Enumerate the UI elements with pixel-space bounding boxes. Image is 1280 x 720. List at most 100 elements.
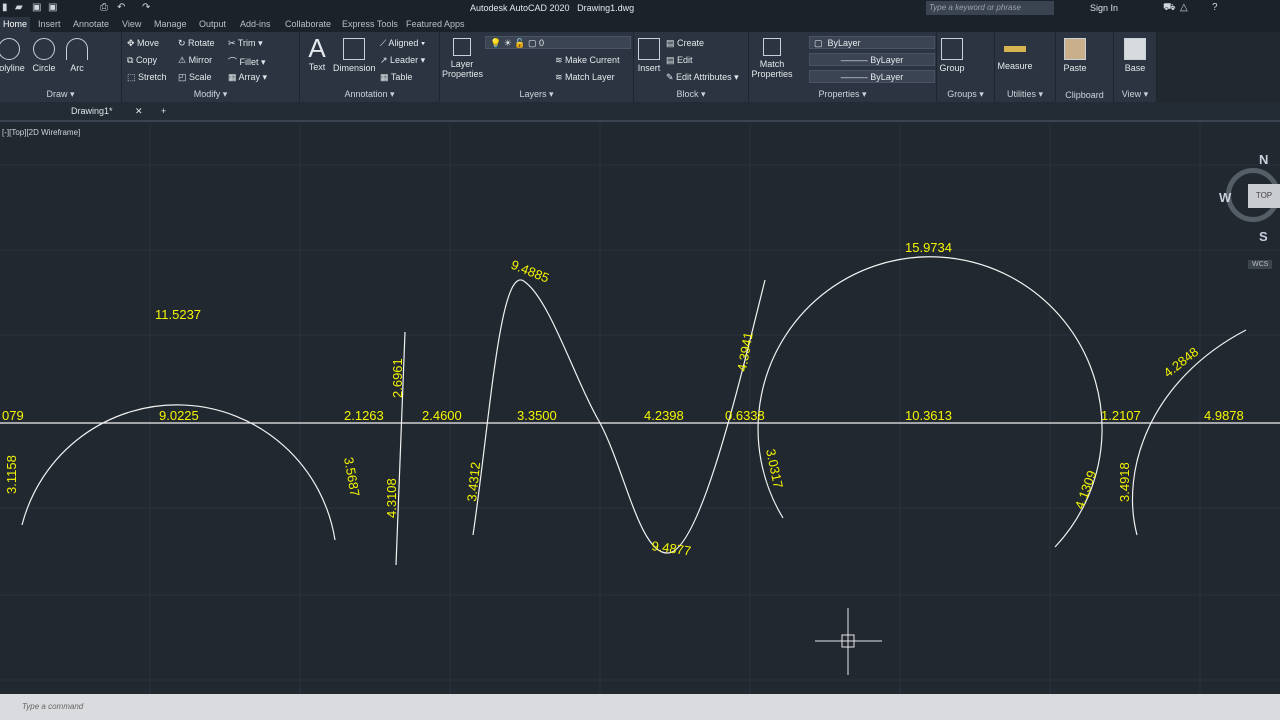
compass-south[interactable]: S [1259, 229, 1268, 244]
draw-panel-label[interactable]: Draw ▾ [0, 89, 121, 100]
compass-west[interactable]: W [1219, 190, 1231, 205]
match-properties-button[interactable]: Match Properties [751, 38, 793, 79]
panel-groups: Group Groups ▾ [937, 32, 995, 102]
clipboard-panel-label[interactable]: Clipboard [1056, 90, 1113, 100]
drawing-canvas[interactable]: [-][Top][2D Wireframe] 079 11.5237 9.022… [0, 124, 1280, 694]
edit-attributes-button[interactable]: ✎ Edit Attributes ▾ [666, 72, 739, 83]
command-line[interactable]: Type a command [0, 694, 1280, 720]
dim-label: 3.4312 [464, 461, 483, 502]
drawing-svg: 079 11.5237 9.0225 2.1263 2.6961 2.4600 … [0, 124, 1280, 694]
dim-label: 9.4877 [651, 538, 692, 558]
dim-label: 3.4918 [1117, 462, 1132, 502]
lineweight-dropdown[interactable]: ——— ByLayer [809, 70, 935, 83]
groups-panel-label[interactable]: Groups ▾ [937, 89, 994, 100]
cart-icon[interactable]: ⛟ [1163, 2, 1176, 13]
tab-annotate[interactable]: Annotate [73, 19, 109, 29]
measure-button[interactable]: Measure [997, 38, 1033, 71]
ribbon-tabs: Home Insert Annotate View Manage Output … [0, 17, 1280, 32]
dim-label: 4.9878 [1204, 408, 1244, 423]
redo-icon[interactable]: ↷ [142, 2, 153, 13]
viewcube[interactable]: TOP N W S WCS [1219, 152, 1280, 269]
mirror-button[interactable]: ⚠ Mirror [178, 55, 212, 66]
leader-button[interactable]: ↗ Leader ▾ [380, 55, 425, 66]
layers-panel-label[interactable]: Layers ▾ [440, 89, 633, 100]
dim-label: 10.3613 [905, 408, 952, 423]
rotate-button[interactable]: ↻ Rotate [178, 38, 215, 49]
panel-block: Insert ▤ Create ▤ Edit ✎ Edit Attributes… [634, 32, 749, 102]
search-input[interactable]: Type a keyword or phrase [926, 1, 1054, 15]
dim-label: 4.2848 [1161, 344, 1202, 380]
dim-label: 2.1263 [344, 408, 384, 423]
undo-icon[interactable]: ↶ [117, 2, 128, 13]
table-button[interactable]: ▦ Table [380, 72, 412, 83]
stretch-button[interactable]: ⬚ Stretch [127, 72, 167, 83]
dim-label: 2.4600 [422, 408, 462, 423]
create-block-button[interactable]: ▤ Create [666, 38, 704, 49]
base-button[interactable]: Base [1120, 38, 1150, 73]
view-panel-label[interactable]: View ▾ [1114, 89, 1156, 100]
layer-dropdown[interactable]: 💡 ☀ 🔓 ▢ 0 [485, 36, 631, 49]
wcs-menu[interactable]: WCS [1248, 260, 1273, 269]
properties-panel-label[interactable]: Properties ▾ [749, 89, 936, 100]
annotation-panel-label[interactable]: Annotation ▾ [300, 89, 439, 100]
block-panel-label[interactable]: Block ▾ [634, 89, 748, 100]
dim-label: 4.2398 [644, 408, 684, 423]
paste-button[interactable]: Paste [1060, 38, 1090, 73]
save-icon[interactable]: ▣ [32, 2, 43, 13]
make-current-button[interactable]: ≋ Make Current [555, 55, 620, 66]
new-icon[interactable]: ▮ [2, 2, 13, 13]
circle-button[interactable]: Circle [30, 38, 58, 73]
tab-drawing1[interactable]: Drawing1* ✕ [60, 106, 150, 116]
dim-label: 15.9734 [905, 240, 952, 255]
panel-annotation: A Text Dimension ⟋ Aligned ▾ ↗ Leader ▾ ▦… [300, 32, 440, 102]
tab-insert[interactable]: Insert [38, 19, 61, 29]
ribbon: Polyline Circle Arc Draw ▾ ✥ Move ↻ Rota… [0, 32, 1157, 102]
tab-collaborate[interactable]: Collaborate [285, 19, 331, 29]
aligned-button[interactable]: ⟋ Aligned ▾ [380, 38, 425, 49]
tab-output[interactable]: Output [199, 19, 226, 29]
group-button[interactable]: Group [939, 38, 965, 73]
match-layer-button[interactable]: ≋ Match Layer [555, 72, 615, 83]
dim-label: 3.1158 [4, 455, 19, 494]
sign-in-button[interactable]: Sign In [1090, 3, 1118, 13]
new-tab-icon[interactable]: + [161, 106, 166, 116]
open-icon[interactable]: ▰ [15, 2, 26, 13]
arc-button[interactable]: Arc [64, 38, 90, 73]
dimension-button[interactable]: Dimension [333, 38, 376, 73]
autodesk-icon[interactable]: △ [1180, 2, 1191, 13]
title-bar: ▮ ▰ ▣ ▣ ⎙ ↶ ↷ Autodesk AutoCAD 2020 Draw… [0, 0, 1280, 17]
text-button[interactable]: A Text [305, 34, 329, 72]
dim-label: 0.6338 [725, 408, 765, 423]
trim-button[interactable]: ✂ Trim ▾ [228, 38, 263, 49]
utilities-panel-label[interactable]: Utilities ▾ [995, 89, 1055, 100]
save-as-icon[interactable]: ▣ [48, 2, 59, 13]
help-icon[interactable]: ? [1212, 2, 1223, 13]
close-icon[interactable]: ✕ [135, 106, 143, 117]
dim-label: 9.0225 [159, 408, 199, 423]
tab-manage[interactable]: Manage [154, 19, 187, 29]
fillet-button[interactable]: ⌒ Fillet ▾ [228, 55, 266, 68]
viewcube-top-face[interactable]: TOP [1248, 184, 1280, 208]
layer-properties-button[interactable]: Layer Properties [442, 38, 483, 79]
move-button[interactable]: ✥ Move [127, 38, 159, 49]
scale-button[interactable]: ◰ Scale [178, 72, 212, 83]
modify-panel-label[interactable]: Modify ▾ [122, 89, 299, 100]
linetype-dropdown[interactable]: ——— ByLayer [809, 53, 935, 66]
tab-express-tools[interactable]: Express Tools [342, 19, 398, 29]
polyline-button[interactable]: Polyline [0, 38, 26, 73]
tab-addins[interactable]: Add-ins [240, 19, 271, 29]
panel-draw: Polyline Circle Arc Draw ▾ [0, 32, 122, 102]
arc-1[interactable] [21, 404, 336, 541]
tab-featured-apps[interactable]: Featured Apps [406, 19, 465, 29]
panel-layers: Layer Properties 💡 ☀ 🔓 ▢ 0 ≋ Make Curren… [440, 32, 634, 102]
array-button[interactable]: ▦ Array ▾ [228, 72, 267, 83]
tab-home[interactable]: Home [0, 17, 31, 32]
tab-view[interactable]: View [122, 19, 141, 29]
print-icon[interactable]: ⎙ [100, 2, 111, 13]
dim-label: 11.5237 [155, 307, 201, 322]
color-dropdown[interactable]: ▢ ByLayer [809, 36, 935, 49]
compass-north[interactable]: N [1259, 152, 1268, 167]
edit-block-button[interactable]: ▤ Edit [666, 55, 693, 66]
copy-button[interactable]: ⧉ Copy [127, 55, 157, 66]
insert-button[interactable]: Insert [636, 38, 662, 73]
